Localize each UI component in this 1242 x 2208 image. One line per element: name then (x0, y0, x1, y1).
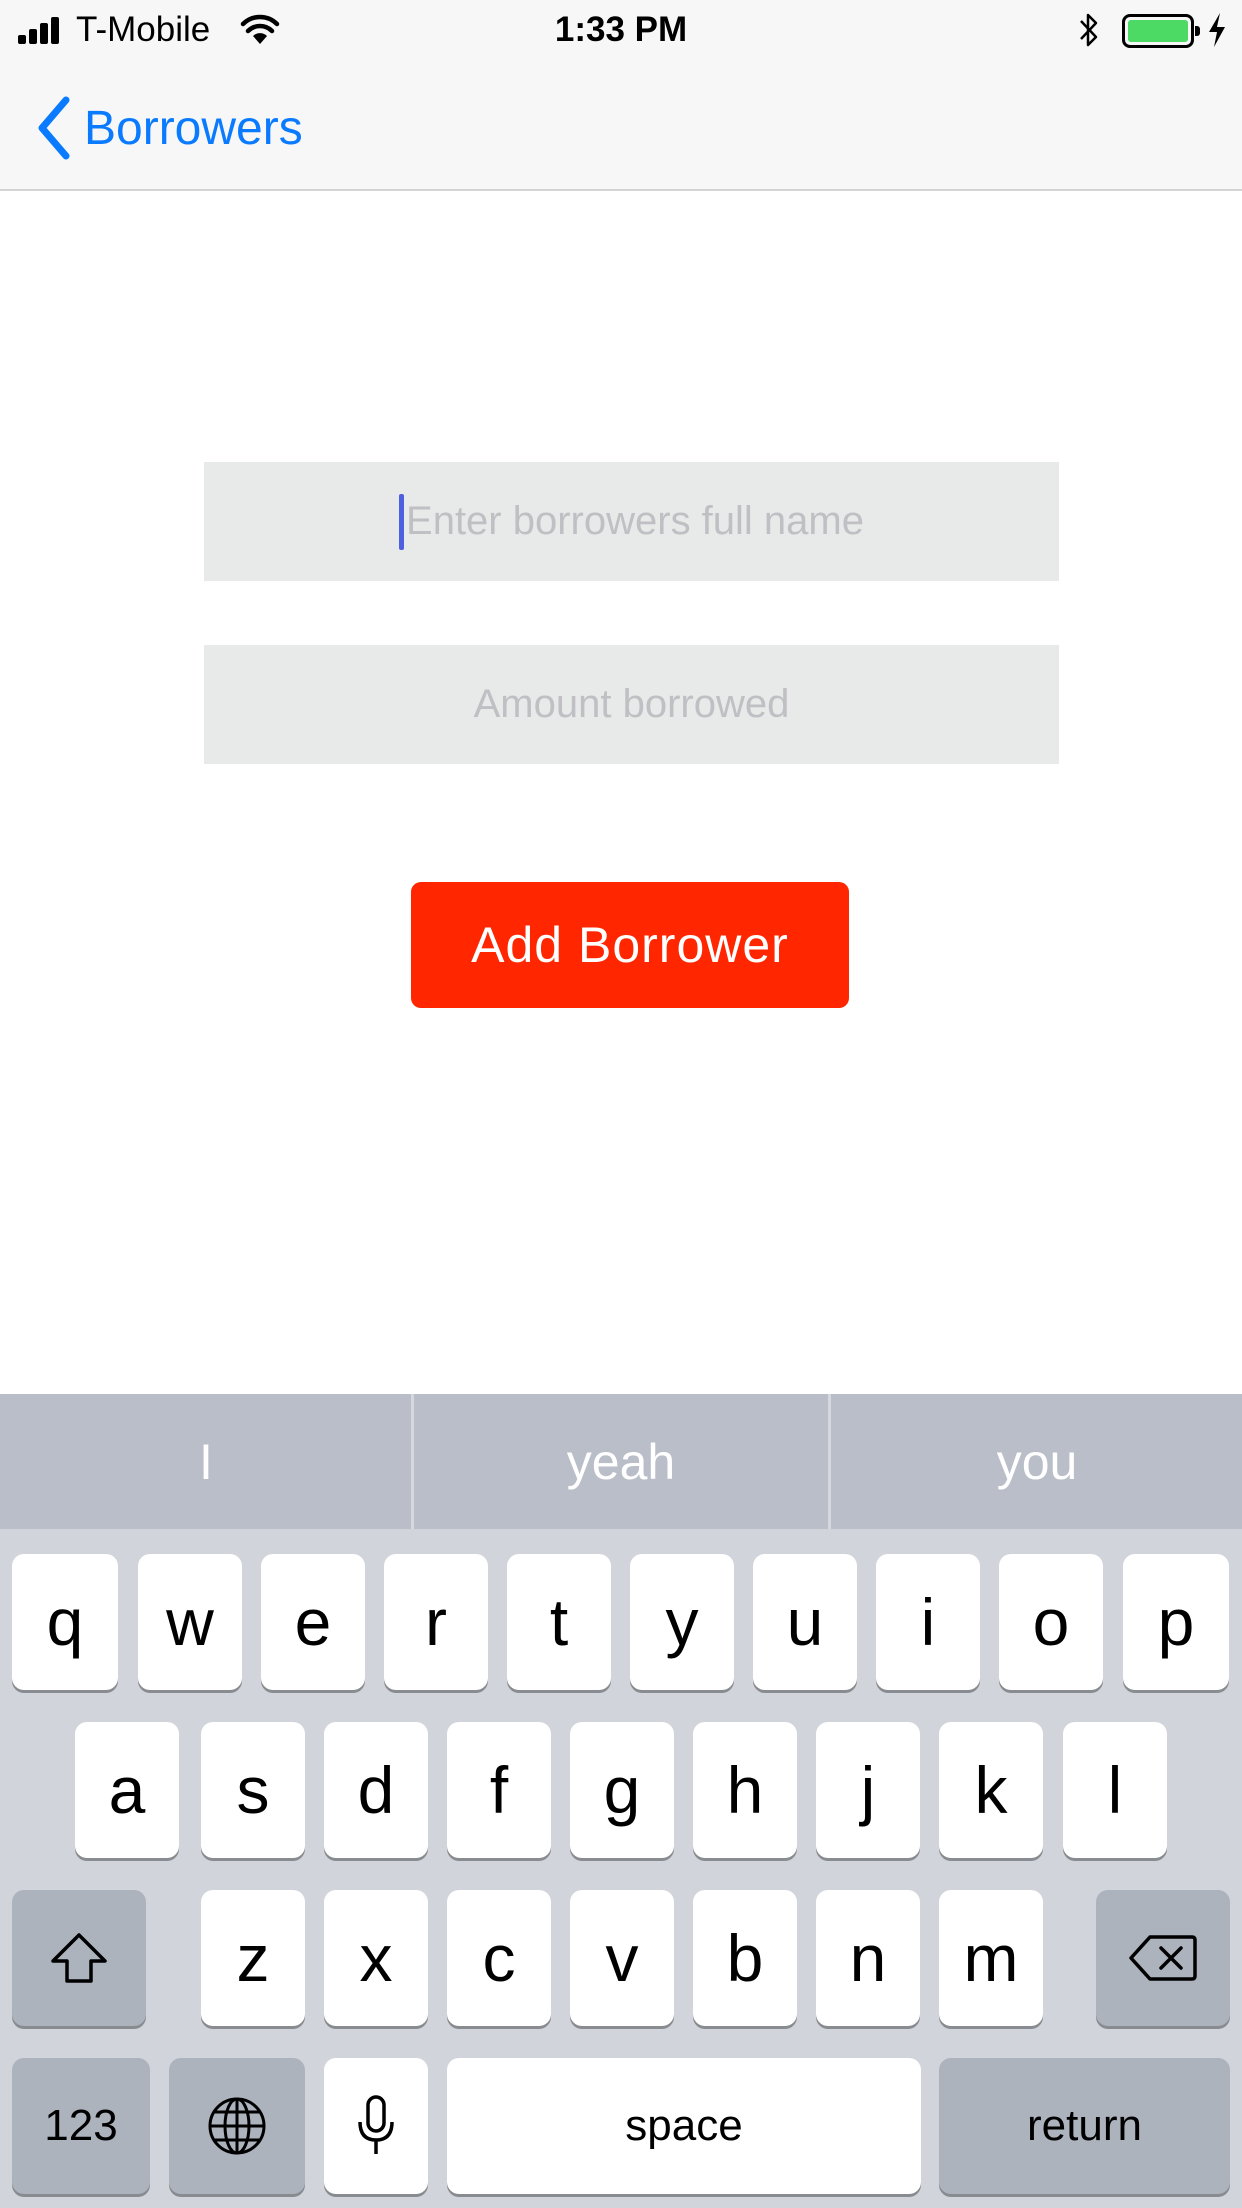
microphone-key[interactable] (324, 2058, 428, 2194)
key-o[interactable]: o (999, 1554, 1103, 1690)
delete-icon (1129, 1935, 1197, 1981)
top-bar: T-Mobile 1:33 PM Borrowers (0, 0, 1242, 191)
key-z[interactable]: z (201, 1890, 305, 2026)
key-i[interactable]: i (876, 1554, 980, 1690)
back-button[interactable]: Borrowers (34, 94, 303, 162)
delete-key[interactable] (1096, 1890, 1230, 2026)
suggestion-3[interactable]: you (831, 1394, 1242, 1529)
key-n[interactable]: n (816, 1890, 920, 2026)
shift-icon (51, 1933, 107, 1983)
key-c[interactable]: c (447, 1890, 551, 2026)
key-r[interactable]: r (384, 1554, 488, 1690)
shift-key[interactable] (12, 1890, 146, 2026)
return-key[interactable]: return (939, 2058, 1230, 2194)
globe-key[interactable] (169, 2058, 305, 2194)
keyboard: I yeah you q w e r t y u i o p a s d f g… (0, 1394, 1242, 2208)
key-l[interactable]: l (1063, 1722, 1167, 1858)
predictive-bar: I yeah you (0, 1394, 1242, 1529)
key-s[interactable]: s (201, 1722, 305, 1858)
space-key[interactable]: space (447, 2058, 921, 2194)
key-q[interactable]: q (12, 1554, 118, 1690)
key-t[interactable]: t (507, 1554, 611, 1690)
key-a[interactable]: a (75, 1722, 179, 1858)
key-f[interactable]: f (447, 1722, 551, 1858)
suggestion-1[interactable]: I (0, 1394, 412, 1529)
key-e[interactable]: e (261, 1554, 365, 1690)
text-cursor (399, 493, 405, 550)
borrower-name-placeholder: Enter borrowers full name (406, 499, 864, 543)
microphone-icon (358, 2095, 394, 2154)
key-d[interactable]: d (324, 1722, 428, 1858)
key-b[interactable]: b (693, 1890, 797, 2026)
suggestion-divider (411, 1394, 414, 1529)
charging-icon (1209, 13, 1225, 47)
chevron-left-icon (38, 96, 70, 160)
key-j[interactable]: j (816, 1722, 920, 1858)
back-label: Borrowers (84, 101, 303, 155)
status-bar: T-Mobile 1:33 PM (0, 0, 1242, 62)
globe-icon (208, 2097, 266, 2155)
key-m[interactable]: m (939, 1890, 1043, 2026)
key-h[interactable]: h (693, 1722, 797, 1858)
key-g[interactable]: g (570, 1722, 674, 1858)
bluetooth-icon (1080, 13, 1098, 47)
borrower-name-input[interactable]: Enter borrowers full name (204, 462, 1059, 581)
key-k[interactable]: k (939, 1722, 1043, 1858)
add-borrower-button[interactable]: Add Borrower (411, 882, 849, 1008)
key-y[interactable]: y (630, 1554, 734, 1690)
key-w[interactable]: w (138, 1554, 242, 1690)
key-v[interactable]: v (570, 1890, 674, 2026)
clock: 1:33 PM (554, 10, 688, 49)
key-x[interactable]: x (324, 1890, 428, 2026)
amount-borrowed-placeholder: Amount borrowed (473, 682, 790, 726)
key-p[interactable]: p (1123, 1554, 1229, 1690)
suggestion-2[interactable]: yeah (415, 1394, 827, 1529)
numbers-key[interactable]: 123 (12, 2058, 150, 2194)
key-u[interactable]: u (753, 1554, 857, 1690)
amount-borrowed-input[interactable]: Amount borrowed (204, 645, 1059, 764)
battery-icon (1122, 14, 1200, 48)
